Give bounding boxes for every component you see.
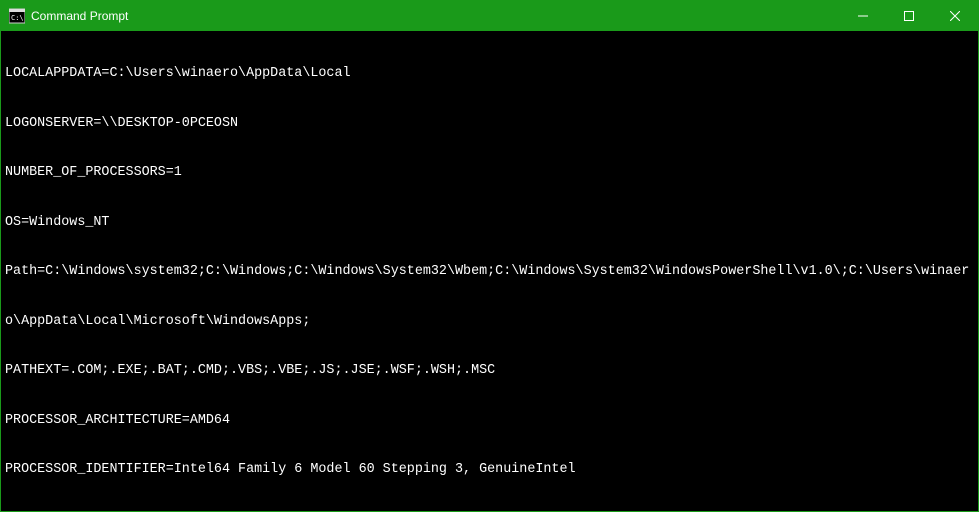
output-line: PROCESSOR_IDENTIFIER=Intel64 Family 6 Mo… [5,462,974,479]
svg-text:C:\: C:\ [11,14,24,22]
output-line: PATHEXT=.COM;.EXE;.BAT;.CMD;.VBS;.VBE;.J… [5,363,974,380]
output-line: OS=Windows_NT [5,215,974,232]
titlebar[interactable]: C:\ Command Prompt [1,1,978,31]
window-title: Command Prompt [31,9,128,23]
output-line: NUMBER_OF_PROCESSORS=1 [5,165,974,182]
cmd-icon: C:\ [9,8,25,24]
maximize-button[interactable] [886,1,932,31]
terminal-content[interactable]: LOCALAPPDATA=C:\Users\winaero\AppData\Lo… [1,31,978,511]
command-prompt-window: C:\ Command Prompt LOCALAPPDATA=C:\Users… [0,0,979,512]
output-line: PROCESSOR_ARCHITECTURE=AMD64 [5,413,974,430]
output-line: Path=C:\Windows\system32;C:\Windows;C:\W… [5,264,974,281]
output-line: o\AppData\Local\Microsoft\WindowsApps; [5,314,974,331]
window-controls [840,1,978,31]
minimize-button[interactable] [840,1,886,31]
close-button[interactable] [932,1,978,31]
output-line: LOCALAPPDATA=C:\Users\winaero\AppData\Lo… [5,66,974,83]
output-line: LOGONSERVER=\\DESKTOP-0PCEOSN [5,116,974,133]
